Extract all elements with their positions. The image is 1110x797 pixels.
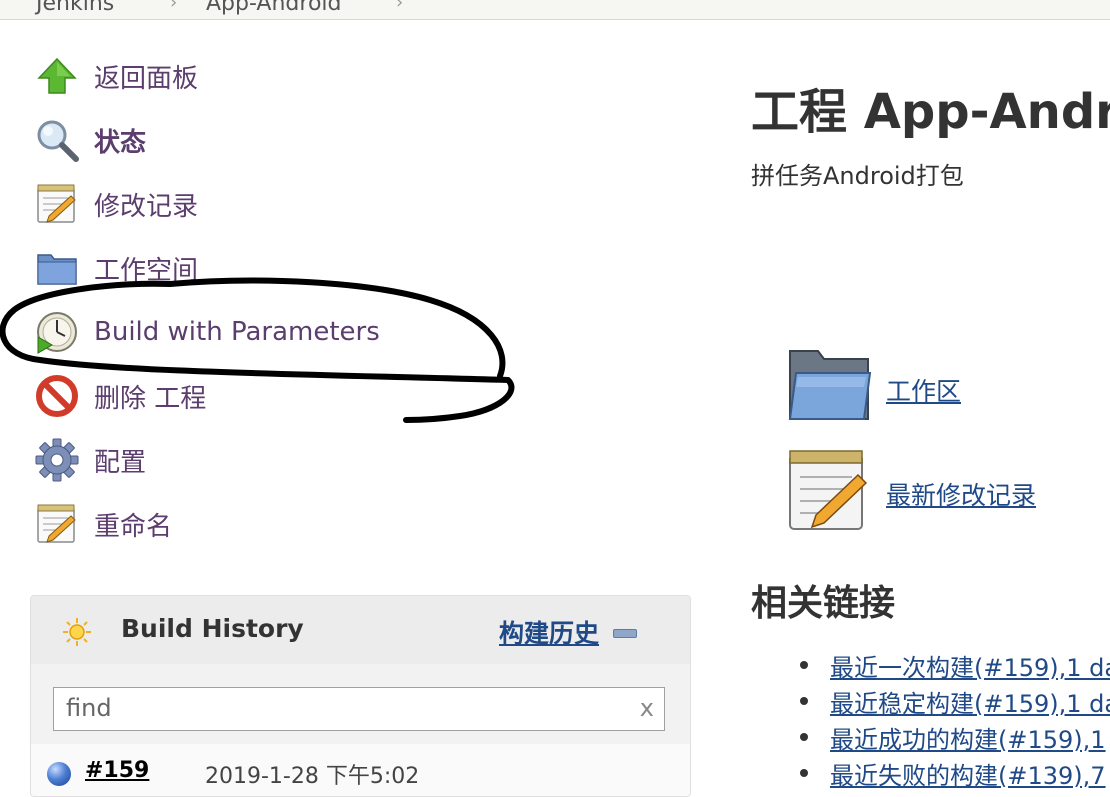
breadcrumb: Jenkins › App-Android › — [0, 0, 1110, 20]
breadcrumb-separator-icon: › — [170, 0, 178, 13]
build-trend-link[interactable]: 构建历史 — [499, 614, 599, 650]
task-configure[interactable]: 配置 — [34, 437, 146, 483]
permalink[interactable]: 最近成功的构建(#159),1 — [830, 720, 1106, 755]
permalink[interactable]: 最近稳定构建(#159),1 da — [830, 684, 1110, 719]
workspace-folder-icon[interactable] — [786, 347, 872, 427]
bullet-icon — [800, 661, 808, 669]
gear-icon — [34, 437, 80, 483]
build-row: #159 2019-1-28 下午5:02 — [31, 744, 690, 796]
build-status-ball-icon — [47, 762, 71, 786]
build-history-panel: Build History 构建历史 find x #159 2019-1-28… — [30, 595, 691, 797]
breadcrumb-jenkins[interactable]: Jenkins — [36, 0, 114, 16]
clear-search-button[interactable]: x — [640, 694, 654, 722]
task-label: 重命名 — [94, 511, 173, 542]
task-label: Build with Parameters — [94, 317, 380, 347]
task-build-with-parameters[interactable]: Build with Parameters — [34, 309, 380, 355]
task-label: 删除 工程 — [94, 383, 207, 414]
project-description: 拼任务Android打包 — [751, 162, 964, 190]
recent-changes-link[interactable]: 最新修改记录 — [886, 476, 1036, 512]
task-back-to-dashboard[interactable]: 返回面板 — [34, 53, 198, 99]
task-rename[interactable]: 重命名 — [34, 501, 172, 547]
folder-icon — [34, 245, 80, 291]
permalink[interactable]: 最近失败的构建(#139),7 — [830, 756, 1106, 791]
magnifier-icon — [34, 117, 80, 163]
clock-build-icon — [34, 309, 80, 355]
task-delete-project[interactable]: 删除 工程 — [34, 373, 206, 419]
no-entry-icon — [34, 373, 80, 419]
bullet-icon — [800, 697, 808, 705]
bullet-icon — [800, 733, 808, 741]
breadcrumb-project[interactable]: App-Android — [206, 0, 342, 16]
permalink[interactable]: 最近一次构建(#159),1 da — [830, 648, 1110, 683]
build-history-title: Build History — [121, 614, 304, 643]
bullet-icon — [800, 769, 808, 777]
task-label: 状态 — [94, 127, 147, 158]
page-title: 工程 App-Andr — [751, 84, 1110, 140]
task-status[interactable]: 状态 — [34, 117, 146, 163]
task-label: 配置 — [94, 447, 147, 478]
build-number-link[interactable]: #159 — [85, 758, 149, 783]
task-label: 返回面板 — [94, 63, 199, 94]
up-arrow-icon — [34, 53, 80, 99]
notepad-icon[interactable] — [786, 447, 872, 537]
build-search-input[interactable]: find x — [53, 687, 665, 731]
task-label: 工作空间 — [94, 255, 199, 286]
workspace-link[interactable]: 工作区 — [886, 372, 961, 408]
task-changes[interactable]: 修改记录 — [34, 181, 198, 227]
build-search-placeholder: find — [66, 694, 112, 722]
sun-icon — [61, 616, 93, 652]
task-workspace[interactable]: 工作空间 — [34, 245, 198, 291]
collapse-minus-icon[interactable] — [613, 629, 637, 638]
build-history-header: Build History 构建历史 — [31, 596, 690, 664]
build-date: 2019-1-28 下午5:02 — [205, 764, 420, 789]
breadcrumb-separator-icon: › — [396, 0, 404, 13]
notepad-icon — [34, 181, 80, 227]
notepad-icon — [34, 501, 80, 547]
permalinks-heading: 相关链接 — [751, 583, 896, 624]
task-label: 修改记录 — [94, 191, 199, 222]
